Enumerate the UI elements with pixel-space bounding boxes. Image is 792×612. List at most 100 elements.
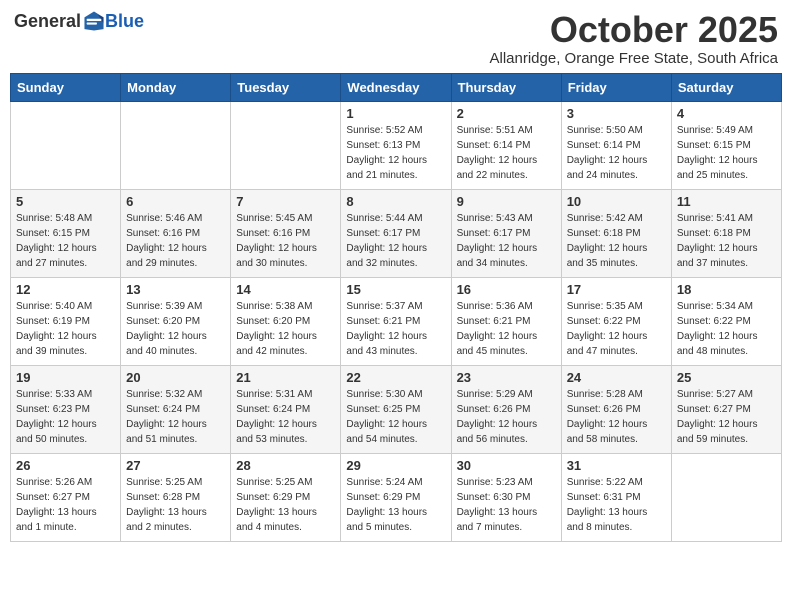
day-number: 17: [567, 282, 666, 297]
weekday-header-saturday: Saturday: [671, 73, 781, 101]
calendar-week-5: 26 Sunrise: 5:26 AM Sunset: 6:27 PM Dayli…: [11, 453, 782, 541]
day-number: 13: [126, 282, 225, 297]
day-info: Sunrise: 5:41 AM Sunset: 6:18 PM Dayligh…: [677, 211, 776, 271]
day-info: Sunrise: 5:22 AM Sunset: 6:31 PM Dayligh…: [567, 475, 666, 535]
day-info: Sunrise: 5:32 AM Sunset: 6:24 PM Dayligh…: [126, 387, 225, 447]
day-info: Sunrise: 5:49 AM Sunset: 6:15 PM Dayligh…: [677, 123, 776, 183]
day-info: Sunrise: 5:24 AM Sunset: 6:29 PM Dayligh…: [346, 475, 445, 535]
day-number: 22: [346, 370, 445, 385]
day-number: 26: [16, 458, 115, 473]
calendar-cell: 6 Sunrise: 5:46 AM Sunset: 6:16 PM Daylig…: [121, 189, 231, 277]
day-info: Sunrise: 5:26 AM Sunset: 6:27 PM Dayligh…: [16, 475, 115, 535]
day-info: Sunrise: 5:40 AM Sunset: 6:19 PM Dayligh…: [16, 299, 115, 359]
day-number: 7: [236, 194, 335, 209]
calendar-cell: 20 Sunrise: 5:32 AM Sunset: 6:24 PM Dayli…: [121, 365, 231, 453]
weekday-header-friday: Friday: [561, 73, 671, 101]
day-number: 31: [567, 458, 666, 473]
day-number: 2: [457, 106, 556, 121]
calendar-table: SundayMondayTuesdayWednesdayThursdayFrid…: [10, 73, 782, 542]
day-number: 1: [346, 106, 445, 121]
weekday-header-row: SundayMondayTuesdayWednesdayThursdayFrid…: [11, 73, 782, 101]
day-number: 16: [457, 282, 556, 297]
day-number: 9: [457, 194, 556, 209]
day-number: 14: [236, 282, 335, 297]
day-number: 5: [16, 194, 115, 209]
day-info: Sunrise: 5:46 AM Sunset: 6:16 PM Dayligh…: [126, 211, 225, 271]
subtitle: Allanridge, Orange Free State, South Afr…: [490, 50, 779, 67]
calendar-cell: 25Sunrise: 5:27 AM Sunset: 6:27 PM Dayli…: [671, 365, 781, 453]
day-info: Sunrise: 5:36 AM Sunset: 6:21 PM Dayligh…: [457, 299, 556, 359]
calendar-cell: 23Sunrise: 5:29 AM Sunset: 6:26 PM Dayli…: [451, 365, 561, 453]
calendar-week-3: 12 Sunrise: 5:40 AM Sunset: 6:19 PM Dayli…: [11, 277, 782, 365]
weekday-header-wednesday: Wednesday: [341, 73, 451, 101]
day-number: 24: [567, 370, 666, 385]
weekday-header-thursday: Thursday: [451, 73, 561, 101]
day-info: Sunrise: 5:43 AM Sunset: 6:17 PM Dayligh…: [457, 211, 556, 271]
day-number: 18: [677, 282, 776, 297]
day-info: Sunrise: 5:29 AM Sunset: 6:26 PM Dayligh…: [457, 387, 556, 447]
calendar-cell: 3 Sunrise: 5:50 AM Sunset: 6:14 PM Daylig…: [561, 101, 671, 189]
calendar-cell: 30Sunrise: 5:23 AM Sunset: 6:30 PM Dayli…: [451, 453, 561, 541]
day-info: Sunrise: 5:35 AM Sunset: 6:22 PM Dayligh…: [567, 299, 666, 359]
calendar-cell: 18Sunrise: 5:34 AM Sunset: 6:22 PM Dayli…: [671, 277, 781, 365]
day-info: Sunrise: 5:42 AM Sunset: 6:18 PM Dayligh…: [567, 211, 666, 271]
month-title: October 2025: [490, 10, 779, 50]
day-info: Sunrise: 5:52 AM Sunset: 6:13 PM Dayligh…: [346, 123, 445, 183]
calendar-cell: 9 Sunrise: 5:43 AM Sunset: 6:17 PM Daylig…: [451, 189, 561, 277]
calendar-cell: 13Sunrise: 5:39 AM Sunset: 6:20 PM Dayli…: [121, 277, 231, 365]
day-info: Sunrise: 5:33 AM Sunset: 6:23 PM Dayligh…: [16, 387, 115, 447]
day-number: 19: [16, 370, 115, 385]
calendar-cell: 2 Sunrise: 5:51 AM Sunset: 6:14 PM Daylig…: [451, 101, 561, 189]
calendar-cell: 16 Sunrise: 5:36 AM Sunset: 6:21 PM Dayli…: [451, 277, 561, 365]
day-info: Sunrise: 5:38 AM Sunset: 6:20 PM Dayligh…: [236, 299, 335, 359]
day-number: 21: [236, 370, 335, 385]
calendar-cell: 14 Sunrise: 5:38 AM Sunset: 6:20 PM Dayli…: [231, 277, 341, 365]
weekday-header-sunday: Sunday: [11, 73, 121, 101]
day-info: Sunrise: 5:25 AM Sunset: 6:28 PM Dayligh…: [126, 475, 225, 535]
day-info: Sunrise: 5:37 AM Sunset: 6:21 PM Dayligh…: [346, 299, 445, 359]
day-info: Sunrise: 5:25 AM Sunset: 6:29 PM Dayligh…: [236, 475, 335, 535]
day-number: 29: [346, 458, 445, 473]
calendar-cell: 29 Sunrise: 5:24 AM Sunset: 6:29 PM Dayli…: [341, 453, 451, 541]
calendar-cell: [671, 453, 781, 541]
day-number: 10: [567, 194, 666, 209]
calendar-cell: 10 Sunrise: 5:42 AM Sunset: 6:18 PM Dayli…: [561, 189, 671, 277]
logo: General Blue: [14, 10, 144, 32]
day-info: Sunrise: 5:50 AM Sunset: 6:14 PM Dayligh…: [567, 123, 666, 183]
day-info: Sunrise: 5:48 AM Sunset: 6:15 PM Dayligh…: [16, 211, 115, 271]
calendar-cell: 8Sunrise: 5:44 AM Sunset: 6:17 PM Daylig…: [341, 189, 451, 277]
calendar-cell: 26 Sunrise: 5:26 AM Sunset: 6:27 PM Dayli…: [11, 453, 121, 541]
calendar-cell: 22Sunrise: 5:30 AM Sunset: 6:25 PM Dayli…: [341, 365, 451, 453]
calendar-cell: 5 Sunrise: 5:48 AM Sunset: 6:15 PM Daylig…: [11, 189, 121, 277]
page-header: General Blue October 2025 Allanridge, Or…: [10, 10, 782, 67]
calendar-week-2: 5 Sunrise: 5:48 AM Sunset: 6:15 PM Daylig…: [11, 189, 782, 277]
day-info: Sunrise: 5:45 AM Sunset: 6:16 PM Dayligh…: [236, 211, 335, 271]
day-info: Sunrise: 5:51 AM Sunset: 6:14 PM Dayligh…: [457, 123, 556, 183]
calendar-cell: 19 Sunrise: 5:33 AM Sunset: 6:23 PM Dayli…: [11, 365, 121, 453]
day-number: 20: [126, 370, 225, 385]
weekday-header-tuesday: Tuesday: [231, 73, 341, 101]
calendar-cell: [121, 101, 231, 189]
calendar-cell: 27Sunrise: 5:25 AM Sunset: 6:28 PM Dayli…: [121, 453, 231, 541]
calendar-cell: 15Sunrise: 5:37 AM Sunset: 6:21 PM Dayli…: [341, 277, 451, 365]
day-info: Sunrise: 5:27 AM Sunset: 6:27 PM Dayligh…: [677, 387, 776, 447]
logo-icon: [83, 10, 105, 32]
calendar-cell: 24 Sunrise: 5:28 AM Sunset: 6:26 PM Dayli…: [561, 365, 671, 453]
calendar-cell: 1 Sunrise: 5:52 AM Sunset: 6:13 PM Daylig…: [341, 101, 451, 189]
calendar-cell: 12 Sunrise: 5:40 AM Sunset: 6:19 PM Dayli…: [11, 277, 121, 365]
day-number: 3: [567, 106, 666, 121]
calendar-cell: 4Sunrise: 5:49 AM Sunset: 6:15 PM Daylig…: [671, 101, 781, 189]
calendar-cell: 28 Sunrise: 5:25 AM Sunset: 6:29 PM Dayli…: [231, 453, 341, 541]
title-section: October 2025 Allanridge, Orange Free Sta…: [490, 10, 779, 67]
calendar-week-1: 1 Sunrise: 5:52 AM Sunset: 6:13 PM Daylig…: [11, 101, 782, 189]
calendar-cell: 31 Sunrise: 5:22 AM Sunset: 6:31 PM Dayli…: [561, 453, 671, 541]
weekday-header-monday: Monday: [121, 73, 231, 101]
day-number: 28: [236, 458, 335, 473]
calendar-cell: 11Sunrise: 5:41 AM Sunset: 6:18 PM Dayli…: [671, 189, 781, 277]
day-number: 6: [126, 194, 225, 209]
day-number: 12: [16, 282, 115, 297]
calendar-cell: 21Sunrise: 5:31 AM Sunset: 6:24 PM Dayli…: [231, 365, 341, 453]
day-info: Sunrise: 5:28 AM Sunset: 6:26 PM Dayligh…: [567, 387, 666, 447]
calendar-cell: [231, 101, 341, 189]
calendar-cell: 17 Sunrise: 5:35 AM Sunset: 6:22 PM Dayli…: [561, 277, 671, 365]
